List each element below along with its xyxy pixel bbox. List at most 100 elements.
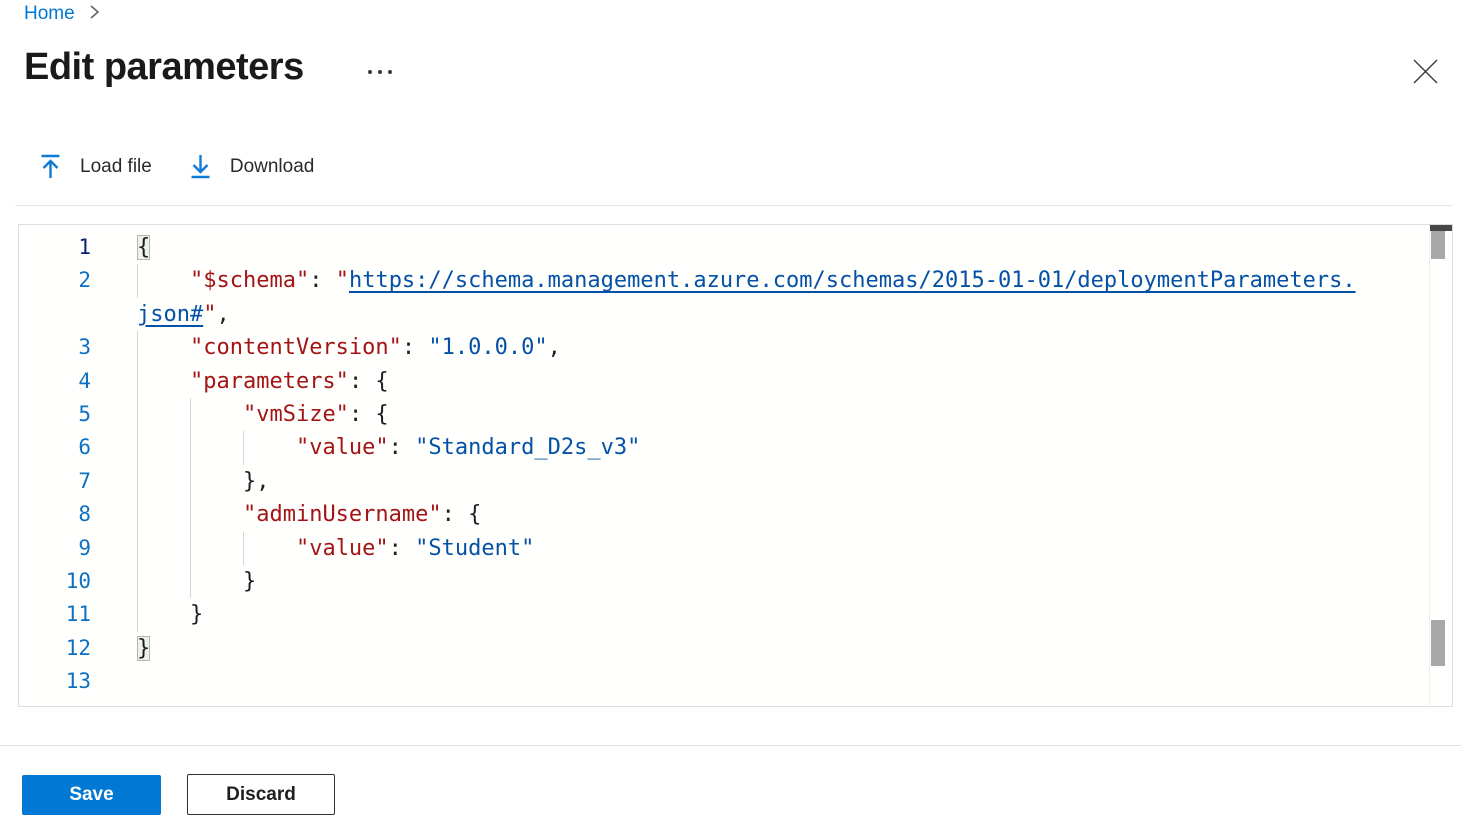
indent-guide xyxy=(137,331,138,364)
footer-divider xyxy=(0,745,1461,746)
indent-guide xyxy=(190,431,191,464)
code-row: 7 }, xyxy=(19,465,1428,498)
code-line-content: json#", xyxy=(137,298,230,331)
code-token: { xyxy=(137,235,150,260)
code-row: 12} xyxy=(19,632,1428,665)
code-lines: 1{2 "$schema": "https://schema.managemen… xyxy=(19,231,1428,698)
line-number: 2 xyxy=(19,264,91,297)
schema-url-link[interactable]: json# xyxy=(137,302,203,327)
more-options-icon xyxy=(368,70,372,74)
code-row: 1{ xyxy=(19,231,1428,264)
code-row: json#", xyxy=(19,298,1428,331)
code-token: : xyxy=(389,536,416,561)
scrollbar-thumb[interactable] xyxy=(1431,231,1445,259)
save-button[interactable]: Save xyxy=(22,775,161,815)
code-line-content: "$schema": "https://schema.management.az… xyxy=(137,264,1356,297)
close-button[interactable] xyxy=(1406,54,1444,92)
code-line-content: } xyxy=(137,565,256,598)
schema-url-link[interactable]: https://schema.management.azure.com/sche… xyxy=(349,268,1356,293)
line-number: 1 xyxy=(19,231,91,264)
code-line-content: { xyxy=(137,231,150,264)
code-token: : { xyxy=(349,402,389,427)
code-line-content: }, xyxy=(137,465,269,498)
code-row: 11 } xyxy=(19,598,1428,631)
code-token: "value" xyxy=(296,536,389,561)
load-file-button[interactable]: Load file xyxy=(40,154,152,179)
code-token: "contentVersion" xyxy=(190,335,402,360)
indent-guide xyxy=(243,431,244,464)
line-number: 13 xyxy=(19,665,91,698)
code-row: 4 "parameters": { xyxy=(19,365,1428,398)
code-token: "value" xyxy=(296,435,389,460)
code-token: "$schema" xyxy=(190,268,309,293)
line-number: 8 xyxy=(19,498,91,531)
code-row: 2 "$schema": "https://schema.management.… xyxy=(19,264,1428,297)
chevron-right-icon xyxy=(89,4,100,25)
indent-guide xyxy=(137,264,138,297)
indent-guide xyxy=(190,398,191,431)
download-button[interactable]: Download xyxy=(190,154,315,179)
more-options-button[interactable] xyxy=(360,60,400,84)
discard-button[interactable]: Discard xyxy=(187,774,335,815)
indent-guide xyxy=(137,598,138,631)
code-line-content: "vmSize": { xyxy=(137,398,389,431)
code-token: : xyxy=(389,435,416,460)
line-number xyxy=(19,298,91,331)
code-token: }, xyxy=(243,469,270,494)
code-token: "adminUsername" xyxy=(243,502,442,527)
indent-guide xyxy=(137,365,138,398)
upload-arrow-icon xyxy=(40,154,61,179)
indent-guide xyxy=(190,498,191,531)
indent-guide xyxy=(137,532,138,565)
line-number: 10 xyxy=(19,565,91,598)
indent-guide xyxy=(137,398,138,431)
indent-guide xyxy=(190,565,191,598)
code-token: } xyxy=(243,569,256,594)
line-number: 3 xyxy=(19,331,91,364)
indent-guide xyxy=(137,465,138,498)
download-label: Download xyxy=(230,156,315,178)
line-number: 11 xyxy=(19,598,91,631)
toolbar-divider xyxy=(15,205,1453,206)
code-row: 5 "vmSize": { xyxy=(19,398,1428,431)
code-row: 13 xyxy=(19,665,1428,698)
code-token: "Student" xyxy=(415,536,534,561)
editor-toolbar: Load file Download xyxy=(40,154,314,179)
code-token: "Standard_D2s_v3" xyxy=(415,435,640,460)
code-line-content: "adminUsername": { xyxy=(137,498,481,531)
close-icon xyxy=(1412,58,1439,88)
code-token: : { xyxy=(442,502,482,527)
load-file-label: Load file xyxy=(80,156,152,178)
code-token xyxy=(137,369,190,394)
json-editor[interactable]: 1{2 "$schema": "https://schema.managemen… xyxy=(18,224,1453,707)
code-row: 3 "contentVersion": "1.0.0.0", xyxy=(19,331,1428,364)
code-row: 8 "adminUsername": { xyxy=(19,498,1428,531)
indent-guide xyxy=(137,431,138,464)
code-token: , xyxy=(548,335,561,360)
download-arrow-icon xyxy=(190,154,211,179)
line-number: 12 xyxy=(19,632,91,665)
indent-guide xyxy=(243,532,244,565)
code-token xyxy=(137,536,296,561)
line-number: 6 xyxy=(19,431,91,464)
code-token: " xyxy=(336,268,349,293)
line-number: 4 xyxy=(19,365,91,398)
page-title: Edit parameters xyxy=(24,46,304,89)
breadcrumb-home-link[interactable]: Home xyxy=(24,3,75,25)
code-token xyxy=(137,435,296,460)
line-number: 7 xyxy=(19,465,91,498)
code-token: : xyxy=(309,268,336,293)
code-token xyxy=(137,335,190,360)
code-token xyxy=(137,268,190,293)
indent-guide xyxy=(190,465,191,498)
code-line-content: } xyxy=(137,632,150,665)
code-token: } xyxy=(190,602,203,627)
code-row: 6 "value": "Standard_D2s_v3" xyxy=(19,431,1428,464)
code-row: 9 "value": "Student" xyxy=(19,532,1428,565)
code-token: } xyxy=(137,636,150,661)
code-line-content: "value": "Standard_D2s_v3" xyxy=(137,431,640,464)
code-line-content: "parameters": { xyxy=(137,365,389,398)
code-token: "parameters" xyxy=(190,369,349,394)
breadcrumb: Home xyxy=(24,2,100,25)
editor-scrollbar[interactable] xyxy=(1429,225,1452,706)
